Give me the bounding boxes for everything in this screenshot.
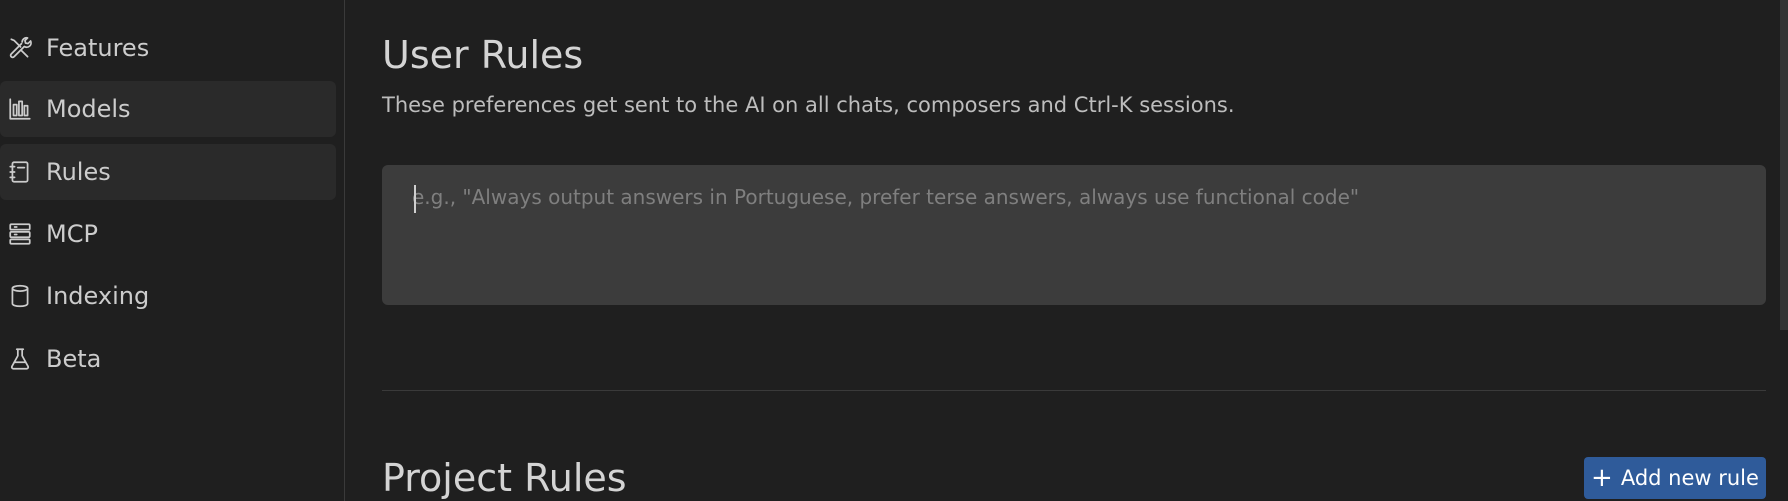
- flask-icon: [6, 345, 34, 373]
- text-caret: [414, 185, 416, 213]
- sidebar-item-mcp[interactable]: MCP: [0, 206, 336, 262]
- sidebar-item-label: Rules: [46, 158, 111, 186]
- sidebar-item-label: MCP: [46, 220, 98, 248]
- section-divider: [382, 390, 1766, 391]
- sidebar-item-beta[interactable]: Beta: [0, 331, 336, 387]
- sidebar-item-rules[interactable]: Rules: [0, 144, 336, 200]
- scrollbar[interactable]: [1780, 0, 1788, 330]
- settings-window: Features Models Rules MCP Indexing Beta …: [0, 0, 1788, 501]
- settings-sidebar: Features Models Rules MCP Indexing Beta: [0, 0, 345, 501]
- tools-icon: [6, 34, 34, 62]
- user-rules-title: User Rules: [382, 33, 584, 77]
- sidebar-item-label: Features: [46, 34, 150, 62]
- settings-content: User Rules These preferences get sent to…: [345, 0, 1788, 501]
- user-rules-description: These preferences get sent to the AI on …: [382, 93, 1235, 117]
- database-icon: [6, 282, 34, 310]
- sidebar-item-label: Indexing: [46, 282, 150, 310]
- project-rules-title: Project Rules: [382, 456, 627, 500]
- sidebar-item-indexing[interactable]: Indexing: [0, 268, 336, 324]
- sidebar-item-models[interactable]: Models: [0, 81, 336, 137]
- plus-icon: +: [1591, 463, 1613, 493]
- sidebar-item-label: Models: [46, 95, 131, 123]
- sidebar-item-features[interactable]: Features: [0, 20, 336, 76]
- bar-chart-icon: [6, 95, 34, 123]
- sidebar-item-label: Beta: [46, 345, 102, 373]
- add-new-rule-label: Add new rule: [1620, 466, 1759, 490]
- notebook-icon: [6, 158, 34, 186]
- user-rules-input[interactable]: [382, 165, 1766, 305]
- add-new-rule-button[interactable]: + Add new rule: [1584, 457, 1766, 499]
- server-icon: [6, 220, 34, 248]
